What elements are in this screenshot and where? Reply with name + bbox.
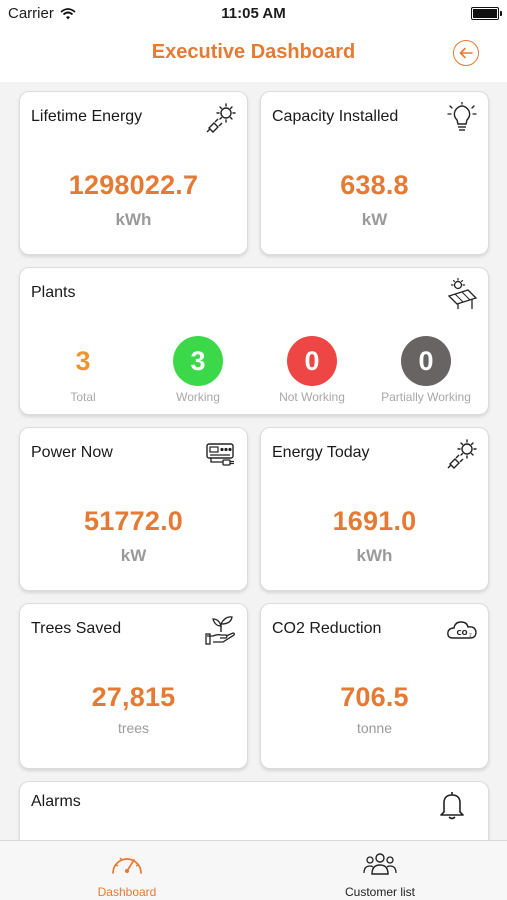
plants-not-working-circle: 0 <box>287 336 337 386</box>
card-title: Power Now <box>31 444 113 461</box>
plants-working-value: 3 <box>190 345 206 376</box>
card-title: Energy Today <box>272 444 370 461</box>
speedometer-icon <box>112 857 142 874</box>
plants-partially-working-label: Partially Working <box>381 390 471 404</box>
card-title: Capacity Installed <box>272 108 399 125</box>
bell-icon <box>440 792 464 820</box>
lifetime-energy-card[interactable]: Lifetime Energy 1298022.7 kWh <box>19 91 248 255</box>
card-title: Lifetime Energy <box>31 108 143 125</box>
solar-panel-icon <box>447 278 478 309</box>
plants-working-circle: 3 <box>173 336 223 386</box>
energy-today-unit: kWh <box>356 546 393 565</box>
svg-text:CO: CO <box>456 629 467 637</box>
trees-saved-value: 27,815 <box>91 682 176 712</box>
plants-total-value: 3 <box>75 346 91 376</box>
tab-customer-list[interactable]: Customer list <box>280 841 480 900</box>
alarms-card[interactable]: Alarms <box>19 781 489 840</box>
plants-partially-working-circle: 0 <box>401 336 451 386</box>
plant-hand-icon <box>205 616 235 645</box>
capacity-installed-value: 638.8 <box>340 170 409 200</box>
trees-saved-card[interactable]: Trees Saved 27,815 trees <box>19 603 248 769</box>
energy-today-value: 1691.0 <box>332 506 417 536</box>
power-meter-icon <box>206 443 234 466</box>
capacity-installed-unit: kW <box>361 210 388 229</box>
lightbulb-icon <box>447 102 477 131</box>
card-title: CO2 Reduction <box>272 620 382 637</box>
arrow-left-circle-icon <box>459 47 473 59</box>
plants-card[interactable]: Plants 3 Total 3 Working 0 Not Working 0… <box>19 267 489 415</box>
svg-text:2: 2 <box>469 633 472 639</box>
page-title: Executive Dashboard <box>151 41 356 63</box>
battery-icon <box>471 7 502 20</box>
card-title: Trees Saved <box>31 620 122 637</box>
status-bar: Carrier 11:05 AM <box>0 0 507 28</box>
card-title: Alarms <box>31 793 81 810</box>
power-now-value: 51772.0 <box>84 506 183 536</box>
sun-plug-icon <box>206 103 236 133</box>
back-button[interactable] <box>453 40 479 66</box>
nav-bar: Executive Dashboard <box>0 28 507 82</box>
plants-not-working-label: Not Working <box>279 390 345 404</box>
power-now-unit: kW <box>120 546 147 565</box>
energy-today-card[interactable]: Energy Today 1691.0 kWh <box>260 427 489 591</box>
plants-working-label: Working <box>176 390 220 404</box>
co2-reduction-value: 706.5 <box>340 682 409 712</box>
plants-total-label: Total <box>70 390 96 404</box>
tab-label: Dashboard <box>97 885 157 899</box>
co2-reduction-card[interactable]: CO2 Reduction CO 2 706.5 tonne <box>260 603 489 769</box>
lifetime-energy-value: 1298022.7 <box>68 170 199 200</box>
dashboard-content: Lifetime Energy 1298022.7 kWh Capacity I… <box>0 82 507 840</box>
trees-saved-unit: trees <box>117 720 150 736</box>
power-now-card[interactable]: Power Now 51772.0 kW <box>19 427 248 591</box>
users-group-icon <box>363 853 397 875</box>
status-time: 11:05 AM <box>221 5 286 22</box>
co2-cloud-icon: CO 2 <box>447 621 477 639</box>
plants-partially-working-value: 0 <box>418 345 434 376</box>
lifetime-energy-unit: kWh <box>115 210 152 229</box>
plants-not-working-value: 0 <box>304 345 320 376</box>
tab-dashboard[interactable]: Dashboard <box>27 841 227 900</box>
sun-plug-icon <box>447 439 477 469</box>
tab-label: Customer list <box>344 885 415 899</box>
capacity-installed-card[interactable]: Capacity Installed 638.8 kW <box>260 91 489 255</box>
card-title: Plants <box>31 284 76 301</box>
co2-reduction-unit: tonne <box>356 720 393 736</box>
tab-bar: Dashboard Customer list <box>0 840 507 900</box>
